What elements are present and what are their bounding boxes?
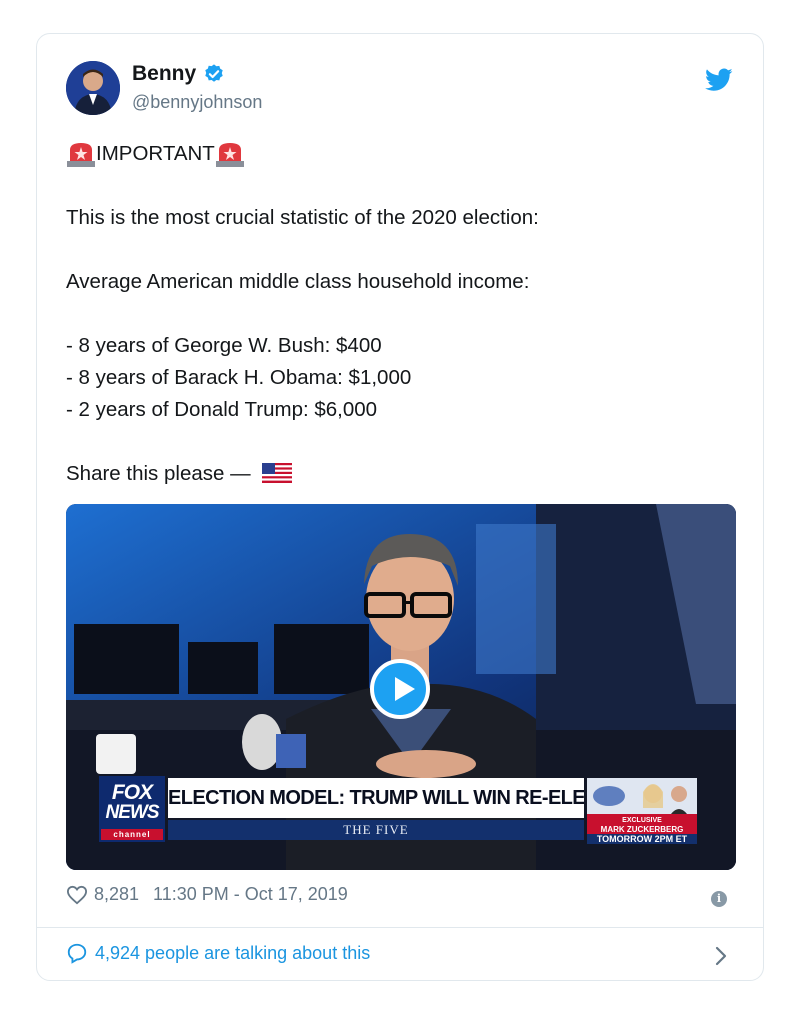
conversation-text[interactable]: 4,924 people are talking about this [95, 943, 370, 964]
promo-thumbnail [587, 778, 697, 814]
important-label: IMPORTANT [96, 142, 215, 165]
divider [37, 927, 763, 928]
share-text: Share this please — [66, 462, 251, 485]
avatar[interactable] [66, 61, 120, 115]
tweet-body: IMPORTANT This is the most crucial stati… [66, 138, 736, 490]
fox-news-logo: FOX NEWS channel [99, 776, 165, 842]
conversation-link[interactable]: 4,924 people are talking about this [66, 942, 370, 964]
network-line2: NEWS [105, 802, 160, 823]
twitter-bird-icon[interactable] [705, 68, 733, 92]
promo-box: EXCLUSIVE MARK ZUCKERBERG TOMORROW 2PM E… [587, 778, 697, 844]
promo-line2: MARK ZUCKERBERG [600, 825, 684, 834]
author-name-row[interactable]: Benny [132, 62, 225, 86]
share-line: Share this please — [66, 458, 736, 490]
tweet-meta: 8,281 11:30 PM - Oct 17, 2019 [66, 884, 348, 905]
timestamp[interactable]: 11:30 PM - Oct 17, 2019 [153, 884, 348, 905]
chyron-headline: ELECTION MODEL: TRUMP WILL WIN RE-ELECTI… [168, 778, 584, 818]
income-list-item: - 8 years of Barack H. Obama: $1,000 [66, 366, 412, 389]
show-name: THE FIVE [168, 820, 584, 840]
rotating-light-icon [215, 143, 244, 167]
verified-badge-icon [205, 64, 223, 82]
rotating-light-icon [67, 143, 95, 167]
income-list-item: - 2 years of Donald Trump: $6,000 [66, 398, 378, 421]
promo-text: EXCLUSIVE MARK ZUCKERBERG TOMORROW 2PM E… [587, 814, 697, 844]
author-name[interactable]: Benny [132, 62, 196, 86]
info-icon[interactable]: i [711, 891, 727, 907]
us-flag-icon [262, 463, 293, 483]
author-handle[interactable]: @bennyjohnson [132, 92, 262, 113]
tweet-line: This is the most crucial statistic of th… [66, 206, 539, 229]
video-player[interactable]: FOX NEWS channel ELECTION MODEL: TRUMP W… [66, 504, 736, 870]
important-line: IMPORTANT [66, 138, 736, 170]
tweet-line: Average American middle class household … [66, 270, 530, 293]
news-chyron: FOX NEWS channel ELECTION MODEL: TRUMP W… [99, 776, 699, 844]
promo-line1: EXCLUSIVE [622, 817, 662, 824]
like-count[interactable]: 8,281 [94, 884, 139, 905]
network-line3: channel [101, 829, 163, 840]
promo-line3: TOMORROW 2PM ET [587, 834, 697, 844]
chevron-right-icon[interactable] [715, 946, 727, 966]
comment-bubble-icon [67, 943, 87, 964]
tweet-card: Benny @bennyjohnson IMPORTANT This is th… [36, 33, 764, 981]
network-line1: FOX [111, 781, 153, 804]
play-button[interactable] [370, 659, 430, 719]
heart-icon[interactable] [66, 885, 88, 905]
income-list-item: - 8 years of George W. Bush: $400 [66, 334, 382, 357]
